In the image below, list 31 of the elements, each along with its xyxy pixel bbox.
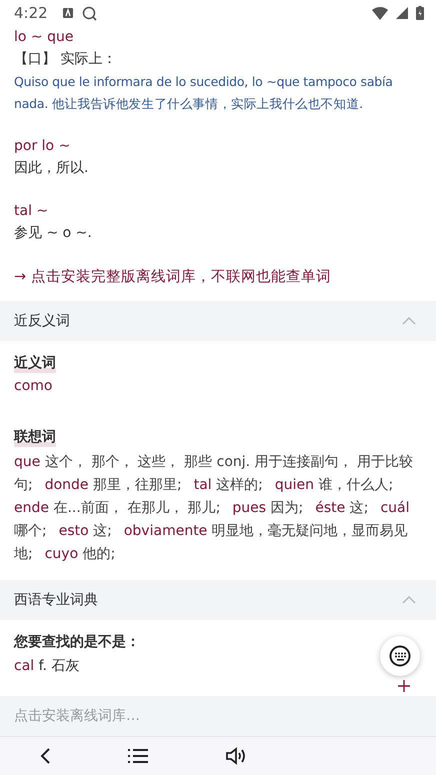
subheading: 联想词 bbox=[14, 427, 56, 447]
section-title: 近反义词 bbox=[14, 312, 70, 330]
keyboard-icon bbox=[389, 645, 411, 667]
search-status-icon bbox=[82, 6, 97, 20]
suggestion-entry[interactable]: cal f. 石灰 bbox=[14, 654, 422, 678]
wifi-icon bbox=[372, 6, 388, 20]
search-field[interactable]: 点击安装离线词库… bbox=[0, 696, 436, 736]
plus-icon[interactable] bbox=[398, 680, 410, 692]
keyboard-status-icon bbox=[62, 7, 74, 19]
menu-icon[interactable] bbox=[128, 748, 148, 764]
section-header[interactable]: 近反义词 bbox=[0, 301, 436, 341]
battery-icon bbox=[416, 6, 424, 20]
status-time: 4:22 bbox=[14, 4, 48, 22]
speaker-icon[interactable] bbox=[225, 747, 248, 765]
keyboard-button[interactable] bbox=[380, 636, 420, 676]
sense-text: 【口】 实际上： bbox=[14, 50, 118, 69]
section-title: 西语专业词典 bbox=[14, 591, 98, 609]
sense-text: 因此，所以. bbox=[14, 159, 90, 178]
sense-text: 参见 ~ o ~. bbox=[14, 224, 93, 243]
signal-icon bbox=[396, 7, 408, 19]
suggestion-heading: 您要查找的是不是： bbox=[14, 633, 141, 652]
subheading: 近义词 bbox=[14, 353, 56, 373]
association-list: que 这个， 那个， 这些， 那些 conj. 用于连接副句， 用于比较句; donde 那里，往那里; tal 这样的; quien 谁，什么人; ende 在...前面， 在那儿， 那儿; pues 因为; éste 这; cuál 哪个; esto 这; obviamente 明显地，毫无疑问地，显而易见地; cuyo 他的; bbox=[14, 451, 422, 566]
section-header[interactable]: 西语专业词典 bbox=[0, 580, 436, 620]
headword: tal ~ bbox=[14, 202, 50, 221]
install-link[interactable]: → 点击安装完整版离线词库，不联网也能查单词 bbox=[14, 265, 422, 289]
headword: lo ~ que bbox=[14, 28, 74, 47]
synonym-link[interactable]: como bbox=[14, 378, 52, 394]
headword: por lo ~ bbox=[14, 137, 72, 156]
back-icon[interactable] bbox=[38, 747, 51, 765]
example-sentence: Quiso que le informara de lo sucedido, lo ~que tampoco sabía nada. 他让我告诉他发生了什么事情，实际上我什么也不知道. bbox=[14, 73, 394, 113]
